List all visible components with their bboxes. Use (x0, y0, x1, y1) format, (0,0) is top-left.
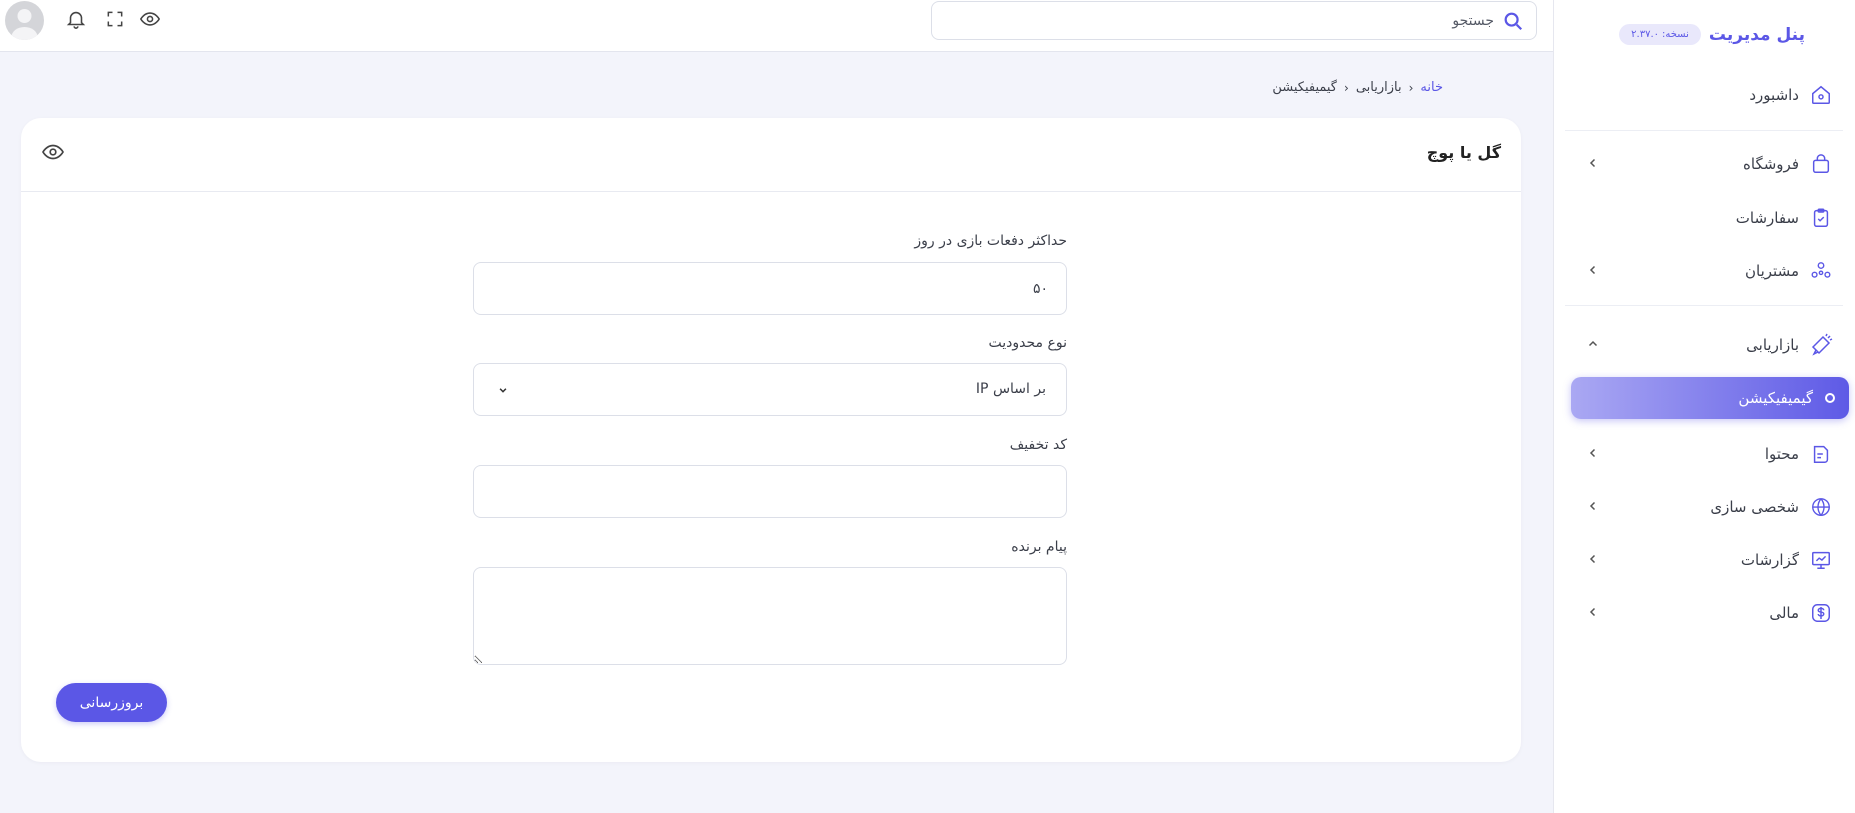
winner-message-label: پیام برنده (1011, 539, 1067, 555)
restriction-type-label: نوع محدودیت (988, 335, 1067, 351)
sidebar-item-content[interactable]: محتوا (1567, 434, 1843, 474)
sidebar-item-reports[interactable]: گزارشات (1567, 540, 1843, 580)
dollar-icon (1809, 601, 1833, 625)
chart-board-icon (1809, 548, 1833, 572)
bag-icon (1809, 152, 1833, 176)
clipboard-check-icon (1809, 206, 1833, 230)
sidebar-item-shop[interactable]: فروشگاه (1567, 144, 1843, 184)
sidebar-item-customers[interactable]: مشتریان (1567, 251, 1843, 291)
discount-code-label: کد تخفیف (1009, 437, 1067, 453)
search-icon (1502, 10, 1524, 32)
card-title: گل یا پوچ (1426, 143, 1501, 162)
breadcrumb-separator-icon: ‹ (1408, 80, 1414, 95)
sidebar-item-label: مالی (1769, 604, 1799, 622)
users-icon (1809, 259, 1833, 283)
chevron-left-icon (1589, 501, 1596, 511)
sidebar-item-marketing[interactable]: بازاریابی (1567, 325, 1843, 365)
max-plays-input[interactable] (474, 263, 1066, 314)
search-input[interactable] (936, 11, 1496, 30)
version-label: نسخه: (1662, 29, 1689, 40)
card-header: گل یا پوچ (21, 118, 1521, 192)
search-box[interactable] (931, 1, 1537, 40)
sidebar-item-label: شخصی سازی (1710, 498, 1799, 516)
bell-icon[interactable] (64, 7, 88, 31)
version-badge: نسخه: ۲.۳۷.۰ (1619, 24, 1701, 45)
chevron-left-icon (1589, 448, 1596, 458)
update-button[interactable]: بروزرسانی (56, 683, 167, 722)
chevron-left-icon (1589, 554, 1596, 564)
sidebar-item-label: گزارشات (1740, 551, 1799, 569)
chevron-left-icon (1589, 158, 1596, 168)
sidebar-item-dashboard[interactable]: داشبورد (1567, 75, 1843, 115)
sidebar-divider (1565, 305, 1843, 306)
avatar[interactable] (5, 1, 44, 40)
chevron-left-icon (1589, 265, 1596, 275)
breadcrumb: خانه ‹ بازاریابی ‹ گیمیفیکیشن (1272, 80, 1443, 95)
eye-icon[interactable] (41, 140, 65, 164)
fullscreen-icon[interactable] (103, 7, 127, 31)
sidebar-item-gamification[interactable]: گیمیفیکیشن (1571, 377, 1849, 419)
sidebar-item-orders[interactable]: سفارشات (1567, 198, 1843, 238)
sidebar-item-label: بازاریابی (1746, 336, 1799, 354)
sidebar-item-label: داشبورد (1749, 86, 1799, 104)
discount-code-field[interactable] (473, 465, 1067, 518)
breadcrumb-separator-icon: ‹ (1344, 80, 1349, 95)
sidebar-item-label: سفارشات (1735, 209, 1799, 227)
winner-message-textarea[interactable] (474, 568, 1066, 664)
sidebar-item-personalization[interactable]: شخصی سازی (1567, 487, 1843, 527)
sidebar-item-label: مشتریان (1745, 262, 1799, 280)
sidebar-item-label: فروشگاه (1743, 155, 1799, 173)
sidebar-divider (1565, 130, 1843, 131)
eye-icon[interactable] (138, 7, 162, 31)
restriction-type-select[interactable]: بر اساس IP (473, 363, 1067, 416)
winner-message-field[interactable] (473, 567, 1067, 665)
globe-icon (1809, 495, 1833, 519)
topbar (0, 0, 1553, 52)
chevron-left-icon (1589, 607, 1596, 617)
document-icon (1809, 442, 1833, 466)
home-icon (1809, 83, 1833, 107)
gamification-card: گل یا پوچ حداکثر دفعات بازی در روز نوع م… (21, 118, 1521, 762)
breadcrumb-current: گیمیفیکیشن (1272, 80, 1337, 95)
max-plays-field[interactable] (473, 262, 1067, 315)
megaphone-icon (1809, 333, 1833, 357)
chevron-up-icon (1588, 340, 1598, 347)
brand: پنل مدیریت نسخه: ۲.۳۷.۰ (1619, 24, 1805, 45)
breadcrumb-section[interactable]: بازاریابی (1356, 80, 1402, 95)
chevron-down-icon (499, 388, 507, 393)
circle-bullet-icon (1825, 393, 1835, 403)
brand-title[interactable]: پنل مدیریت (1709, 25, 1805, 45)
restriction-type-value: بر اساس IP (975, 381, 1046, 397)
max-plays-label: حداکثر دفعات بازی در روز (914, 233, 1067, 249)
breadcrumb-home[interactable]: خانه (1420, 80, 1443, 95)
discount-code-input[interactable] (474, 466, 1066, 517)
sidebar-item-finance[interactable]: مالی (1567, 593, 1843, 633)
sidebar-item-label: محتوا (1764, 445, 1799, 463)
sidebar: پنل مدیریت نسخه: ۲.۳۷.۰ داشبورد فروشگاه … (1553, 0, 1855, 813)
sidebar-item-label: گیمیفیکیشن (1738, 389, 1813, 407)
version-number: ۲.۳۷.۰ (1631, 29, 1659, 40)
